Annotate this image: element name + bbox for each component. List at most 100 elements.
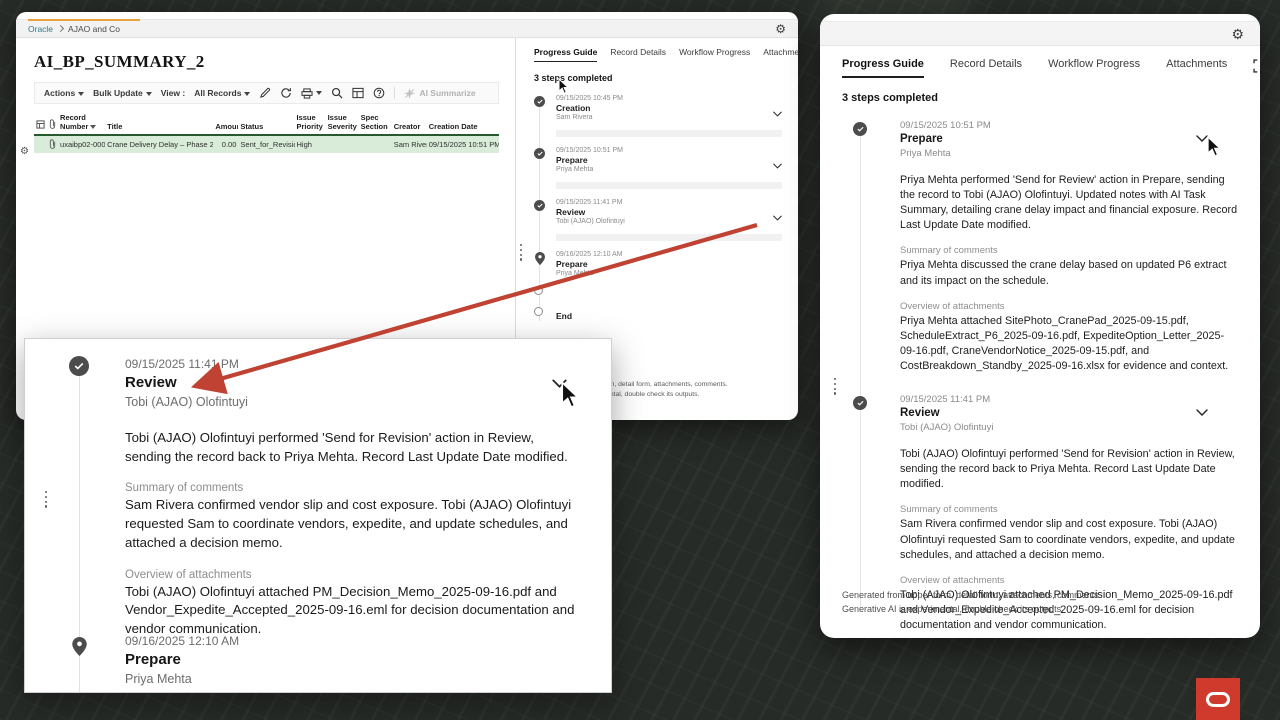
gear-icon[interactable]: ⚙ xyxy=(1231,27,1244,41)
tab-progress-guide[interactable]: Progress Guide xyxy=(534,47,597,62)
column-header-issue-severity[interactable]: Issue Severity xyxy=(326,112,359,135)
tab-record-details[interactable]: Record Details xyxy=(950,58,1022,76)
attachment-icon xyxy=(47,135,58,153)
breadcrumb-root-link[interactable]: Oracle xyxy=(28,24,53,34)
collapsed-content-placeholder xyxy=(556,130,782,137)
cell-amount: 0.00 xyxy=(213,135,238,153)
cell-record-number[interactable]: uxaibp02-0000 xyxy=(58,135,105,153)
tab-record-details[interactable]: Record Details xyxy=(610,47,666,61)
tab-attachments[interactable]: Attachments xyxy=(763,47,798,61)
tab-attachments[interactable]: Attachments xyxy=(1166,58,1227,76)
chevron-down-icon[interactable] xyxy=(773,156,782,174)
summary-of-comments-text: Priya Mehta discussed the crane delay ba… xyxy=(900,258,1238,288)
step-action-summary: Tobi (AJAO) Olofintuyi performed 'Send f… xyxy=(900,447,1238,492)
step-complete-icon xyxy=(534,200,545,211)
progress-timeline: 3 steps completed 09/15/2025 10:51 PM Pr… xyxy=(820,78,1260,638)
active-tab-accent xyxy=(28,19,140,21)
step-review: 09/15/2025 11:41 PM Review Tobi (AJAO) O… xyxy=(534,199,786,228)
tab-workflow-progress[interactable]: Workflow Progress xyxy=(1048,58,1140,76)
search-icon[interactable] xyxy=(331,87,343,99)
step-actor: Priya Mehta xyxy=(125,672,239,686)
select-column-header[interactable] xyxy=(34,112,47,135)
help-icon[interactable] xyxy=(373,87,385,99)
tab-workflow-progress[interactable]: Workflow Progress xyxy=(679,47,750,61)
chevron-down-icon[interactable] xyxy=(1196,129,1208,147)
step-actor: Sam Rivera xyxy=(556,114,786,121)
sparkle-disabled-icon xyxy=(404,88,415,99)
cell-title: Crane Delivery Delay – Phase 2 xyxy=(105,135,213,153)
oracle-logo xyxy=(1196,678,1240,720)
step-actor: Priya Mehta xyxy=(900,148,1238,159)
bulk-update-button[interactable]: Bulk Update xyxy=(93,88,152,98)
cell-creator: Sam Rivera xyxy=(392,135,427,153)
chevron-down-icon xyxy=(244,92,250,96)
collapsed-content-placeholder xyxy=(556,182,782,189)
step-timestamp: 09/15/2025 11:41 PM xyxy=(125,357,581,371)
summary-of-comments-text: Sam Rivera confirmed vendor slip and cos… xyxy=(900,517,1238,562)
steps-completed-label: 3 steps completed xyxy=(534,73,786,83)
panel-tabs: Progress Guide Record Details Workflow P… xyxy=(820,46,1260,78)
progress-guide-panel: ⚙ Progress Guide Record Details Workflow… xyxy=(820,14,1260,638)
chevron-down-icon[interactable] xyxy=(773,208,782,226)
tab-progress-guide[interactable]: Progress Guide xyxy=(842,58,924,78)
column-header-status[interactable]: Status xyxy=(238,112,294,135)
ai-summarize-button[interactable]: AI Summarize xyxy=(404,88,475,99)
column-header-issue-priority[interactable]: Issue Priority xyxy=(295,112,326,135)
overview-of-attachments-label: Overview of attachments xyxy=(900,575,1238,586)
overview-of-attachments-text: Tobi (AJAO) Olofintuyi attached PM_Decis… xyxy=(125,583,577,639)
chevron-down-icon[interactable] xyxy=(773,104,782,122)
step-timestamp: 09/15/2025 10:51 PM xyxy=(900,120,1238,131)
edit-icon[interactable] xyxy=(259,87,271,99)
column-header-spec-section[interactable]: Spec Section xyxy=(359,112,392,135)
summary-of-comments-text: Sam Rivera confirmed vendor slip and cos… xyxy=(125,496,577,552)
sort-desc-icon xyxy=(90,125,96,129)
attachment-column-header[interactable] xyxy=(47,112,58,135)
grid-view-icon[interactable] xyxy=(352,87,364,99)
column-header-record[interactable]: Record Number xyxy=(58,112,105,135)
column-header-title[interactable]: Title xyxy=(105,112,213,135)
step-complete-icon xyxy=(69,356,89,376)
refresh-icon[interactable] xyxy=(280,87,292,99)
cell-issue-severity xyxy=(326,135,359,153)
step-name: Creation xyxy=(556,103,786,113)
chevron-down-icon[interactable] xyxy=(1196,403,1208,421)
summary-of-comments-label: Summary of comments xyxy=(900,504,1238,515)
breadcrumb-chevron-icon xyxy=(57,25,64,32)
actions-button[interactable]: Actions xyxy=(44,88,84,98)
step-creation: 09/15/2025 10:45 PM Creation Sam Rivera xyxy=(534,95,786,124)
step-timestamp: 09/16/2025 12:10 AM xyxy=(125,634,239,648)
panel-drag-handle[interactable] xyxy=(520,244,522,261)
expand-icon[interactable] xyxy=(1253,59,1260,76)
step-name: Review xyxy=(900,407,1238,419)
column-header-creator[interactable]: Creator xyxy=(392,112,427,135)
toolbar-divider xyxy=(394,87,395,99)
summary-of-comments-label: Summary of comments xyxy=(900,245,1238,256)
column-header-creation-date[interactable]: Creation Date xyxy=(427,112,499,135)
step-timestamp: 09/16/2025 12:10 AM xyxy=(556,251,786,258)
ai-disclaimer: Generated from upper form, detail form, … xyxy=(842,589,1101,616)
step-action-summary: Tobi (AJAO) Olofintuyi performed 'Send f… xyxy=(125,429,577,466)
chevron-down-icon xyxy=(78,92,84,96)
pending-step-icon xyxy=(534,307,543,316)
gear-icon[interactable]: ⚙ xyxy=(775,23,786,35)
step-actor: Tobi (AJAO) Olofintuyi xyxy=(900,422,1238,433)
sidebar-tabs: Progress Guide Record Details Workflow P… xyxy=(534,47,786,62)
chevron-down-icon xyxy=(316,91,322,95)
row-gear-icon[interactable]: ⚙ xyxy=(20,146,29,157)
panel-drag-handle[interactable] xyxy=(45,491,47,508)
row-select-cell[interactable] xyxy=(34,135,47,153)
progress-timeline: 09/15/2025 10:45 PM Creation Sam Rivera … xyxy=(534,95,786,322)
step-prepare: 09/15/2025 10:51 PM Prepare Priya Mehta xyxy=(534,147,786,176)
view-label: View : xyxy=(161,88,185,98)
print-button[interactable] xyxy=(301,88,322,99)
chevron-down-icon[interactable] xyxy=(552,375,567,393)
table-row[interactable]: uxaibp02-0000 Crane Delivery Delay – Pha… xyxy=(34,135,499,153)
current-step-pin-icon xyxy=(72,637,87,661)
step-name: Prepare xyxy=(125,651,239,668)
view-selector[interactable]: All Records xyxy=(194,88,250,98)
records-toolbar: Actions Bulk Update View : All Records xyxy=(34,82,499,104)
column-header-amount[interactable]: Amount xyxy=(213,112,238,135)
cell-spec-section xyxy=(359,135,392,153)
panel-drag-handle[interactable] xyxy=(834,378,836,395)
step-name: Review xyxy=(556,207,786,217)
